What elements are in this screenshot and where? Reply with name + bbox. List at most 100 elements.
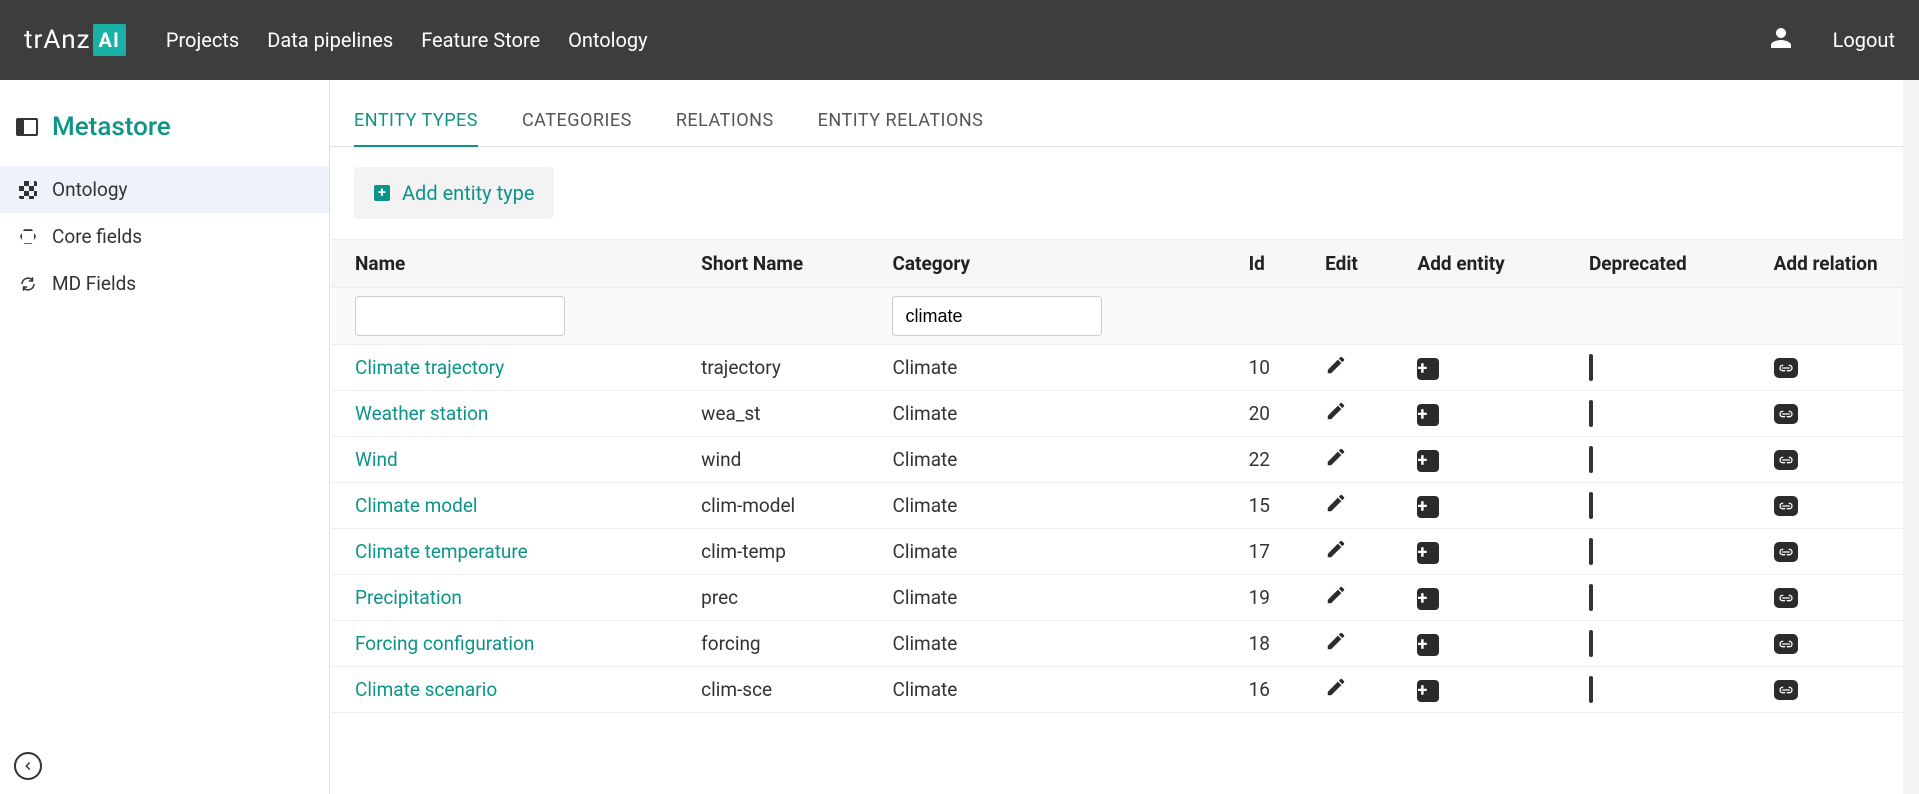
cell-category: Climate — [878, 667, 1234, 713]
entity-name-link[interactable]: Wind — [355, 448, 398, 471]
user-icon[interactable] — [1769, 26, 1793, 54]
add-entity-icon[interactable]: + — [1417, 634, 1439, 656]
edit-icon[interactable] — [1325, 630, 1347, 652]
cell-short-name: wea_st — [687, 391, 878, 437]
deprecated-checkbox[interactable] — [1589, 354, 1593, 381]
entity-types-table: Name Short Name Category Id Edit Add ent… — [331, 239, 1918, 713]
table-row: Forcing configurationforcingClimate18+ — [331, 621, 1918, 667]
edit-icon[interactable] — [1325, 538, 1347, 560]
cell-short-name: clim-sce — [687, 667, 878, 713]
brand-logo[interactable]: trAnzAI — [24, 24, 126, 56]
add-relation-icon[interactable] — [1774, 542, 1798, 562]
tab-relations[interactable]: RELATIONS — [676, 110, 774, 146]
hexagon-icon — [18, 227, 38, 247]
table-row: Weather station wea_stClimate20 + — [331, 391, 1918, 437]
edit-icon[interactable] — [1325, 492, 1347, 514]
brand-name: trAnz — [24, 25, 91, 55]
checker-icon — [18, 180, 38, 200]
add-entity-type-button[interactable]: + Add entity type — [354, 167, 554, 219]
nav-links: Projects Data pipelines Feature Store On… — [166, 28, 648, 52]
scrollbar[interactable] — [1903, 80, 1919, 794]
nav-link-projects[interactable]: Projects — [166, 28, 239, 52]
add-entity-icon[interactable]: + — [1417, 542, 1439, 564]
cell-id: 19 — [1235, 575, 1312, 621]
col-header-name: Name — [331, 240, 687, 288]
add-entity-icon[interactable]: + — [1417, 680, 1439, 702]
deprecated-checkbox[interactable] — [1589, 584, 1593, 611]
cell-short-name: clim-temp — [687, 529, 878, 575]
tabs: ENTITY TYPES CATEGORIES RELATIONS ENTITY… — [330, 80, 1919, 147]
sidebar-item-label: Core fields — [52, 225, 142, 248]
entity-name-link[interactable]: Climate trajectory — [355, 356, 504, 379]
cell-category: Climate — [878, 345, 1234, 391]
table-row: Climate scenarioclim-sceClimate16+ — [331, 667, 1918, 713]
cell-category: Climate — [878, 437, 1234, 483]
add-entity-icon[interactable]: + — [1417, 404, 1439, 426]
add-relation-icon[interactable] — [1774, 588, 1798, 608]
cell-short-name: wind — [687, 437, 878, 483]
edit-icon[interactable] — [1325, 584, 1347, 606]
sidebar-item-label: MD Fields — [52, 272, 136, 295]
add-entity-icon[interactable]: + — [1417, 450, 1439, 472]
entity-name-link[interactable]: Climate temperature — [355, 540, 528, 563]
col-header-add: Add entity — [1403, 240, 1574, 288]
top-navbar: trAnzAI Projects Data pipelines Feature … — [0, 0, 1919, 80]
collapse-sidebar-button[interactable] — [14, 752, 42, 780]
cell-id: 15 — [1235, 483, 1312, 529]
sidebar-item-core-fields[interactable]: Core fields — [0, 213, 329, 260]
table-row: PrecipitationprecClimate19+ — [331, 575, 1918, 621]
brand-badge: AI — [93, 24, 126, 56]
logout-link[interactable]: Logout — [1833, 28, 1895, 52]
cell-id: 10 — [1235, 345, 1312, 391]
tab-entity-types[interactable]: ENTITY TYPES — [354, 110, 478, 147]
cell-category: Climate — [878, 391, 1234, 437]
cell-short-name: forcing — [687, 621, 878, 667]
deprecated-checkbox[interactable] — [1589, 400, 1593, 427]
add-relation-icon[interactable] — [1774, 680, 1798, 700]
entity-name-link[interactable]: Climate scenario — [355, 678, 497, 701]
nav-link-ontology[interactable]: Ontology — [568, 28, 648, 52]
plus-icon: + — [374, 185, 390, 201]
edit-icon[interactable] — [1325, 446, 1347, 468]
table-row: Climate temperatureclim-tempClimate17+ — [331, 529, 1918, 575]
filter-name-input[interactable] — [355, 296, 565, 336]
edit-icon[interactable] — [1325, 354, 1347, 376]
deprecated-checkbox[interactable] — [1589, 676, 1593, 703]
deprecated-checkbox[interactable] — [1589, 630, 1593, 657]
nav-link-feature-store[interactable]: Feature Store — [421, 28, 540, 52]
entity-name-link[interactable]: Precipitation — [355, 586, 462, 609]
add-entity-icon[interactable]: + — [1417, 588, 1439, 610]
cell-id: 20 — [1235, 391, 1312, 437]
sidebar-title[interactable]: Metastore — [0, 104, 329, 166]
entity-name-link[interactable]: Forcing configuration — [355, 632, 534, 655]
add-relation-icon[interactable] — [1774, 358, 1798, 378]
edit-icon[interactable] — [1325, 400, 1347, 422]
deprecated-checkbox[interactable] — [1589, 446, 1593, 473]
add-entity-icon[interactable]: + — [1417, 496, 1439, 518]
add-relation-icon[interactable] — [1774, 404, 1798, 424]
cell-short-name: prec — [687, 575, 878, 621]
add-relation-icon[interactable] — [1774, 496, 1798, 516]
table-row: Climate trajectorytrajectoryClimate10+ — [331, 345, 1918, 391]
add-relation-icon[interactable] — [1774, 634, 1798, 654]
nav-link-data-pipelines[interactable]: Data pipelines — [267, 28, 393, 52]
sidebar-item-label: Ontology — [52, 178, 128, 201]
add-entity-icon[interactable]: + — [1417, 358, 1439, 380]
filter-category-input[interactable] — [892, 296, 1102, 336]
deprecated-checkbox[interactable] — [1589, 492, 1593, 519]
col-header-id: Id — [1235, 240, 1312, 288]
cell-short-name: clim-model — [687, 483, 878, 529]
sidebar-item-md-fields[interactable]: MD Fields — [0, 260, 329, 307]
entity-name-link[interactable]: Climate model — [355, 494, 478, 517]
filter-row — [331, 288, 1918, 345]
deprecated-checkbox[interactable] — [1589, 538, 1593, 565]
cell-category: Climate — [878, 483, 1234, 529]
col-header-short: Short Name — [687, 240, 878, 288]
entity-name-link[interactable]: Weather station — [355, 402, 488, 425]
tab-categories[interactable]: CATEGORIES — [522, 110, 632, 146]
sidebar-item-ontology[interactable]: Ontology — [0, 166, 329, 213]
tab-entity-relations[interactable]: ENTITY RELATIONS — [818, 110, 984, 146]
edit-icon[interactable] — [1325, 676, 1347, 698]
add-relation-icon[interactable] — [1774, 450, 1798, 470]
refresh-icon — [18, 274, 38, 294]
